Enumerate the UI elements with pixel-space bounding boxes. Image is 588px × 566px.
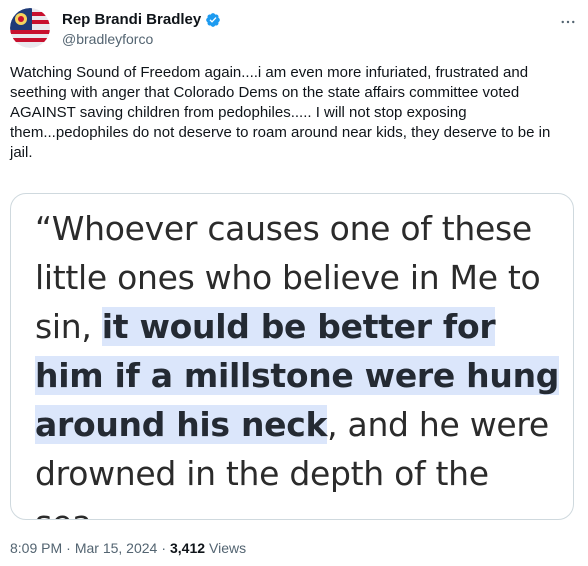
tweet-meta: 8:09 PM · Mar 15, 2024 · 3,412 Views [10,540,246,556]
tweet-header: Rep Brandi Bradley @bradleyforco [10,8,578,48]
tweet-time[interactable]: 8:09 PM [10,540,62,556]
quote-text: “Whoever causes one of these little ones… [35,204,565,519]
name-row: Rep Brandi Bradley [62,11,221,28]
tweet-text: Watching Sound of Freedom again....i am … [10,64,555,161]
tweet-date[interactable]: Mar 15, 2024 [75,540,158,556]
separator: · [66,540,71,556]
more-options-icon[interactable] [558,12,578,32]
avatar[interactable] [10,8,50,48]
separator: · [161,540,166,556]
verified-badge-icon [205,12,221,28]
media-image[interactable]: “Whoever causes one of these little ones… [10,193,574,520]
views-label: Views [209,540,247,556]
display-name[interactable]: Rep Brandi Bradley [62,11,201,28]
handle[interactable]: @bradleyforco [62,31,153,47]
views-count: 3,412 [169,540,206,556]
